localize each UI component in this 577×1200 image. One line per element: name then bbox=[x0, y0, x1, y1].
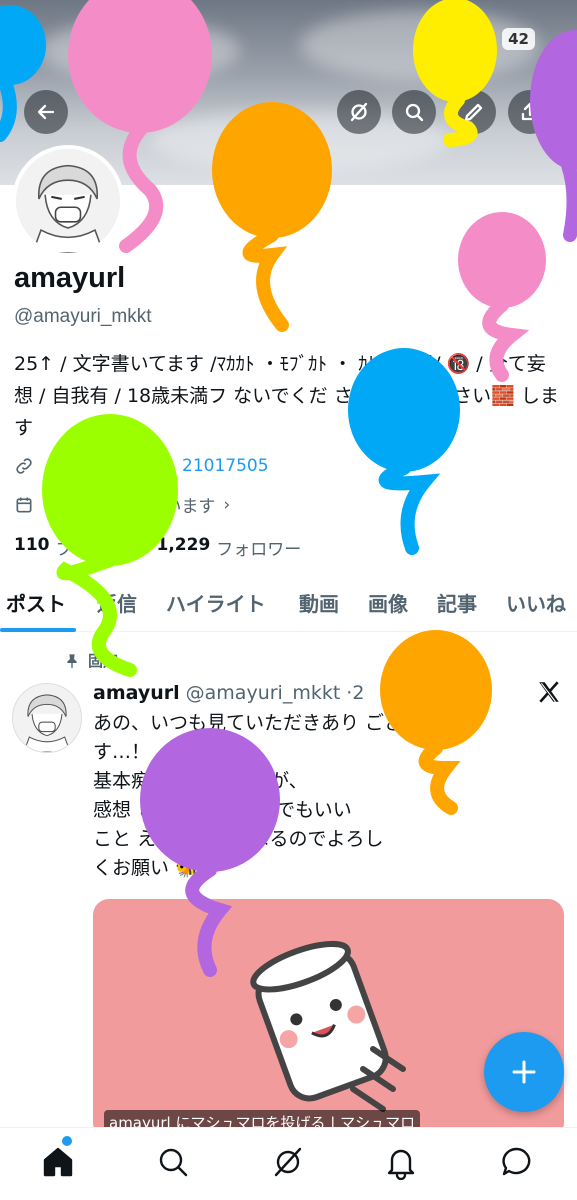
profile-handle: @amayuri_mkkt bbox=[14, 306, 152, 327]
search-icon bbox=[405, 103, 424, 122]
marshmallow-icon bbox=[250, 940, 406, 1112]
follow-counts[interactable]: 110 フォロー中 1,229 フォロワー bbox=[14, 535, 301, 560]
tab-videos[interactable]: 動画 bbox=[299, 588, 339, 617]
search-icon bbox=[159, 1148, 188, 1177]
bottom-nav bbox=[0, 1127, 577, 1200]
pinned-label: 固定 bbox=[64, 650, 118, 671]
post-header: amayurl @amayuri_mkkt ·2 bbox=[93, 682, 364, 704]
share-icon bbox=[521, 102, 539, 121]
nav-search[interactable] bbox=[155, 1144, 191, 1180]
tab-replies[interactable]: 返信 bbox=[97, 588, 137, 617]
tab-images[interactable]: 画像 bbox=[368, 588, 408, 617]
nav-notifications[interactable] bbox=[383, 1144, 419, 1181]
followers-label[interactable]: フォロワー bbox=[216, 535, 301, 560]
profile-avatar[interactable] bbox=[12, 145, 124, 257]
post-avatar[interactable] bbox=[12, 683, 82, 753]
following-count[interactable]: 110 bbox=[14, 535, 50, 560]
following-label[interactable]: フォロー中 bbox=[56, 535, 141, 560]
back-button[interactable] bbox=[24, 90, 68, 134]
chevron-right-icon: › bbox=[223, 494, 231, 515]
active-tab-indicator bbox=[0, 628, 76, 632]
tab-highlights[interactable]: ハイライト bbox=[166, 588, 266, 617]
link-icon bbox=[16, 458, 32, 474]
grok-button[interactable] bbox=[337, 90, 381, 134]
post-text: あの、いつも見ていただきあり ございま す…！ 基本痴 ているのですが、 感想 … bbox=[93, 712, 442, 879]
edit-button[interactable] bbox=[452, 90, 496, 134]
nav-home[interactable] bbox=[40, 1144, 76, 1180]
link-card[interactable] bbox=[93, 899, 564, 1139]
pin-icon bbox=[67, 653, 77, 668]
edit-icon bbox=[464, 103, 483, 122]
x-logo-icon bbox=[539, 681, 559, 703]
nav-grok[interactable] bbox=[270, 1144, 306, 1180]
profile-link[interactable]: 21017505 bbox=[182, 456, 269, 476]
notification-dot bbox=[62, 1136, 72, 1146]
tab-posts[interactable]: ポスト bbox=[6, 588, 66, 617]
tab-articles[interactable]: 記事 bbox=[437, 588, 477, 617]
home-icon bbox=[43, 1147, 73, 1177]
search-button[interactable] bbox=[392, 90, 436, 134]
post-author-handle[interactable]: @amayuri_mkkt bbox=[186, 682, 341, 704]
grok-icon bbox=[274, 1147, 302, 1177]
profile-tabs: ポスト 返信 ハイライト 動画 画像 記事 いいね bbox=[0, 582, 577, 632]
compose-button[interactable] bbox=[484, 1032, 564, 1112]
profile-bio: 25↑ / 文字書いてます /ﾏｶｶﾄ ・ﾓﾌﾞｶﾄ ・ ｶﾄ右全般/ 🔞 / … bbox=[14, 353, 559, 439]
share-button[interactable] bbox=[508, 90, 552, 134]
followers-count[interactable]: 1,229 bbox=[157, 535, 211, 560]
joined-text: 2 Xを利用しています bbox=[52, 497, 216, 517]
notifications-icon bbox=[387, 1149, 415, 1181]
plus-icon bbox=[512, 1060, 536, 1084]
messages-icon bbox=[502, 1147, 531, 1176]
profile-link-row[interactable]: 21017505 bbox=[14, 456, 269, 476]
joined-row[interactable]: 2 Xを利用しています › bbox=[14, 492, 230, 517]
post-author-name[interactable]: amayurl bbox=[93, 682, 180, 704]
tab-likes[interactable]: いいね bbox=[506, 588, 566, 617]
back-icon bbox=[37, 104, 55, 120]
profile-name: amayurl bbox=[14, 262, 126, 294]
grok-icon bbox=[350, 102, 368, 122]
post-time: ·2 bbox=[346, 682, 365, 704]
battery-indicator: 42 bbox=[502, 28, 535, 50]
nav-messages[interactable] bbox=[499, 1144, 535, 1180]
calendar-icon bbox=[16, 497, 32, 512]
